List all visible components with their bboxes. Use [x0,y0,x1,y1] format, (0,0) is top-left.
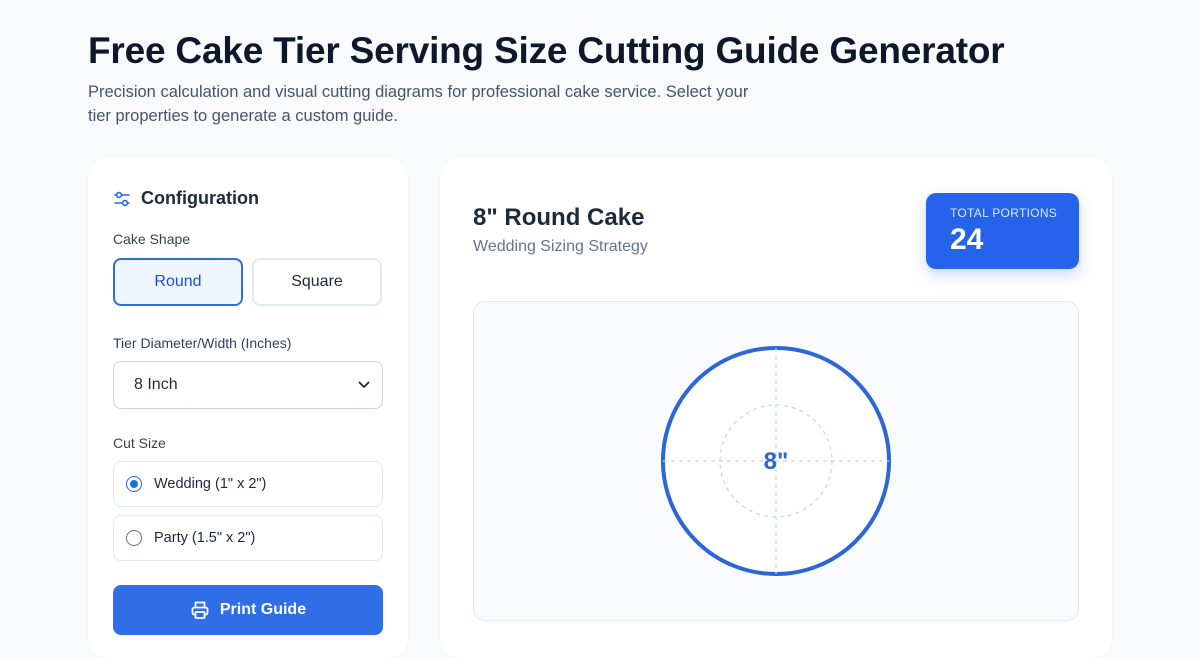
diameter-label: Tier Diameter/Width (Inches) [113,335,292,351]
diagram-size-label: 8" [764,448,789,475]
result-strategy: Wedding Sizing Strategy [473,238,648,255]
radio-wedding[interactable] [126,476,142,492]
configuration-title: Configuration [141,188,259,208]
cut-option-party-label: Party (1.5" x 2") [154,530,256,546]
cutting-diagram-svg: 8" [661,346,891,576]
page-title: Free Cake Tier Serving Size Cutting Guid… [88,30,1005,71]
result-title: 8" Round Cake [473,204,645,231]
total-portions-value: 24 [950,223,984,256]
result-panel: 8" Round Cake Wedding Sizing Strategy TO… [440,158,1112,658]
cut-option-party[interactable]: Party (1.5" x 2") [113,515,383,561]
print-guide-label: Print Guide [219,601,307,618]
configuration-header: Configuration [113,188,259,209]
cut-option-wedding-label: Wedding (1" x 2") [154,476,267,492]
total-portions-label: TOTAL PORTIONS [950,206,1058,220]
chevron-down-icon [358,381,370,388]
page-subtitle: Precision calculation and visual cutting… [88,83,749,125]
printer-icon [191,601,209,619]
diameter-select-value: 8 Inch [134,376,178,393]
shape-square-button[interactable]: Square [252,258,382,306]
shape-round-button[interactable]: Round [113,258,243,306]
cake-shape-label: Cake Shape [113,231,191,247]
sliders-icon [114,191,130,206]
configuration-panel: Configuration Cake Shape Round Square Ti… [88,158,408,658]
print-guide-button[interactable]: Print Guide [113,585,383,635]
radio-party[interactable] [126,530,142,546]
total-portions-badge: TOTAL PORTIONS 24 [926,193,1079,269]
diameter-select[interactable]: 8 Inch [113,361,383,409]
cut-size-label: Cut Size [113,435,166,451]
cut-option-wedding[interactable]: Wedding (1" x 2") [113,461,383,507]
cutting-diagram: 8" [473,301,1079,621]
